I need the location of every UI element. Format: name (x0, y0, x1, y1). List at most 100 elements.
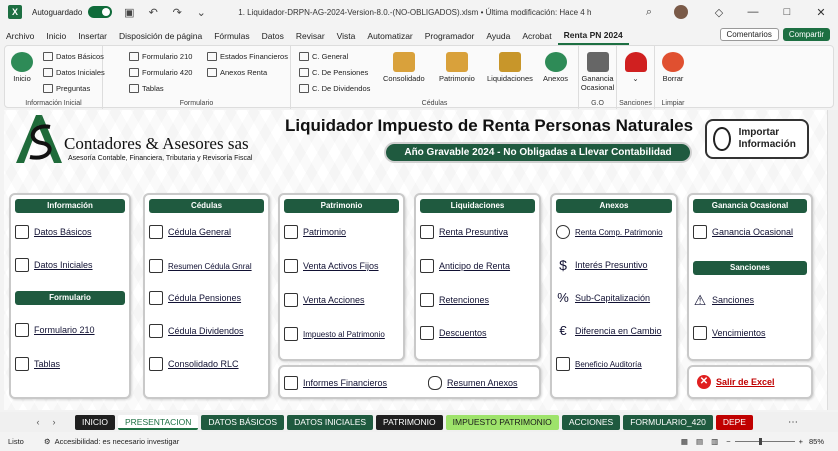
ribbon-inicio-button[interactable]: Inicio (11, 52, 33, 83)
ribbon-formulario-210[interactable]: Formulario 210 (129, 52, 192, 61)
ribbon-borrar-button[interactable]: Borrar (655, 52, 691, 83)
redo-icon[interactable]: ↷ (170, 5, 184, 19)
ribbon-c-dividendos[interactable]: C. De Dividendos (299, 84, 370, 93)
minimize-button[interactable]: — (736, 0, 770, 24)
ribbon-datos-basicos[interactable]: Datos Básicos (43, 52, 104, 61)
tab-scroll-left-icon[interactable]: ‹ (30, 417, 46, 427)
sheet-tab[interactable]: PATRIMONIO (376, 414, 443, 430)
menu-tab-formulas[interactable]: Fórmulas (208, 28, 255, 44)
ribbon-tablas[interactable]: Tablas (129, 84, 164, 93)
link-datos-iniciales[interactable]: Datos Iniciales (15, 258, 93, 272)
link-beneficio-auditoria[interactable]: Beneficio Auditoría (556, 357, 642, 371)
exit-excel-button[interactable]: ✕ Salir de Excel (697, 375, 775, 389)
sheet-tab[interactable]: DATOS INICIALES (287, 414, 374, 430)
ribbon-consolidado[interactable]: Consolidado (383, 52, 425, 83)
menu-tab-programador[interactable]: Programador (419, 28, 481, 44)
save-icon[interactable]: ▣ (122, 5, 136, 19)
menu-tab-disposicion[interactable]: Disposición de página (113, 28, 208, 44)
page-break-icon[interactable]: ▥ (711, 437, 718, 446)
customize-qat-icon[interactable]: ⌄ (194, 5, 208, 19)
sheet-tab[interactable]: DEPE (715, 414, 753, 430)
menu-tab-revisar[interactable]: Revisar (290, 28, 331, 44)
link-resumen-anexos[interactable]: Resumen Anexos (428, 376, 518, 390)
ribbon-c-pensiones[interactable]: C. De Pensiones (299, 68, 368, 77)
link-vencimientos[interactable]: Vencimientos (693, 326, 766, 340)
zoom-thumb[interactable] (759, 438, 763, 445)
sheet-tab[interactable]: PRESENTACION (117, 414, 199, 430)
diamond-icon[interactable]: ◇ (712, 5, 726, 19)
close-button[interactable]: ✕ (804, 0, 838, 24)
link-datos-basicos[interactable]: Datos Básicos (15, 225, 92, 239)
link-formulario-210[interactable]: Formulario 210 (15, 323, 95, 337)
import-info-button[interactable]: Importar Información (705, 119, 809, 159)
ribbon-anexos-renta[interactable]: Anexos Renta (207, 68, 267, 77)
share-button[interactable]: Compartir (782, 28, 830, 41)
zoom-out-icon[interactable]: − (726, 437, 730, 446)
vertical-scrollbar[interactable] (827, 110, 838, 410)
link-cedula-pensiones[interactable]: Cédula Pensiones (149, 291, 241, 305)
link-retenciones[interactable]: Retenciones (420, 293, 489, 307)
avatar[interactable] (674, 5, 688, 19)
company-logo (16, 115, 62, 163)
maximize-button[interactable]: □ (770, 0, 804, 24)
link-venta-activos[interactable]: Venta Activos Fijos (284, 259, 379, 273)
ribbon-c-general[interactable]: C. General (299, 52, 348, 61)
link-anticipo-renta[interactable]: Anticipo de Renta (420, 259, 510, 273)
comments-button[interactable]: Comentarios (719, 28, 779, 41)
sheet-tab[interactable]: FORMULARIO_420 (623, 414, 713, 430)
sheet-tab[interactable]: INICIO (75, 414, 115, 430)
link-diferencia-cambio[interactable]: € Diferencia en Cambio (556, 324, 661, 338)
menu-tab-vista[interactable]: Vista (331, 28, 362, 44)
link-tablas[interactable]: Tablas (15, 357, 60, 371)
menu-tab-insertar[interactable]: Insertar (72, 28, 113, 44)
link-resumen-cedula[interactable]: Resumen Cédula Gnral (149, 259, 252, 273)
menu-tab-archivo[interactable]: Archivo (0, 28, 40, 44)
link-informes-financieros[interactable]: Informes Financieros (284, 376, 387, 390)
link-renta-presuntiva[interactable]: Renta Presuntiva (420, 225, 508, 239)
ribbon-ganancia-ocasional[interactable]: Ganancia Ocasional (579, 52, 616, 92)
accessibility-status[interactable]: Accesibilidad: es necesario investigar (55, 437, 180, 446)
menu-tab-datos[interactable]: Datos (256, 28, 290, 44)
link-cedula-general[interactable]: Cédula General (149, 225, 231, 239)
link-venta-acciones[interactable]: Venta Acciones (284, 293, 365, 307)
page-layout-icon[interactable]: ▤ (696, 437, 703, 446)
menu-tab-inicio[interactable]: Inicio (40, 28, 72, 44)
sheet-tab[interactable]: IMPUESTO PATRIMONIO (445, 414, 559, 430)
menu-tab-acrobat[interactable]: Acrobat (516, 28, 557, 44)
link-cedula-dividendos[interactable]: Cédula Dividendos (149, 324, 244, 338)
ribbon-datos-iniciales[interactable]: Datos Iniciales (43, 68, 105, 77)
link-impuesto-patrimonio[interactable]: Impuesto al Patrimonio (284, 327, 385, 341)
link-descuentos[interactable]: Descuentos (420, 326, 487, 340)
link-sanciones[interactable]: ⚠ Sanciones (693, 293, 754, 307)
search-icon[interactable]: ⌕ (642, 5, 656, 19)
menu-tab-ayuda[interactable]: Ayuda (480, 28, 516, 44)
sheet-tab[interactable]: ACCIONES (561, 414, 621, 430)
link-patrimonio[interactable]: Patrimonio (284, 225, 346, 239)
ribbon-liquidaciones[interactable]: Liquidaciones (487, 52, 533, 83)
link-renta-comp-patrimonio[interactable]: Renta Comp. Patrimonio (556, 225, 663, 239)
ribbon-sanciones-button[interactable]: ⌄ (617, 52, 654, 83)
tab-scroll-right-icon[interactable]: › (46, 417, 62, 427)
ribbon-formulario-420[interactable]: Formulario 420 (129, 68, 192, 77)
link-interes-presuntivo[interactable]: $ Interés Presuntivo (556, 258, 647, 272)
sheet-tab[interactable]: DATOS BÁSICOS (201, 414, 285, 430)
tab-more-icon[interactable]: ⋯ (788, 417, 798, 428)
exit-excel-card[interactable]: ✕ Salir de Excel (687, 365, 813, 399)
link-sub-capitalizacion[interactable]: % Sub-Capitalización (556, 291, 650, 305)
ribbon-estados-financieros[interactable]: Estados Financieros (207, 52, 288, 61)
menu-tab-renta-pn[interactable]: Renta PN 2024 (557, 27, 629, 45)
normal-view-icon[interactable]: ▦ (681, 437, 688, 446)
ribbon-patrimonio[interactable]: Patrimonio (439, 52, 475, 83)
undo-icon[interactable]: ↶ (146, 5, 160, 19)
ribbon-anexos[interactable]: Anexos (543, 52, 568, 83)
menu-tab-automatizar[interactable]: Automatizar (361, 28, 418, 44)
zoom-level[interactable]: 85% (809, 437, 824, 446)
checklist-icon (149, 225, 163, 239)
autosave-toggle[interactable] (88, 6, 113, 18)
clipboard-icon (149, 357, 163, 371)
ribbon-preguntas[interactable]: Preguntas (43, 84, 90, 93)
zoom-slider[interactable] (734, 438, 795, 445)
zoom-in-icon[interactable]: + (799, 437, 803, 446)
link-ganancia-ocasional[interactable]: Ganancia Ocasional (693, 225, 793, 239)
link-consolidado-rlc[interactable]: Consolidado RLC (149, 357, 239, 371)
